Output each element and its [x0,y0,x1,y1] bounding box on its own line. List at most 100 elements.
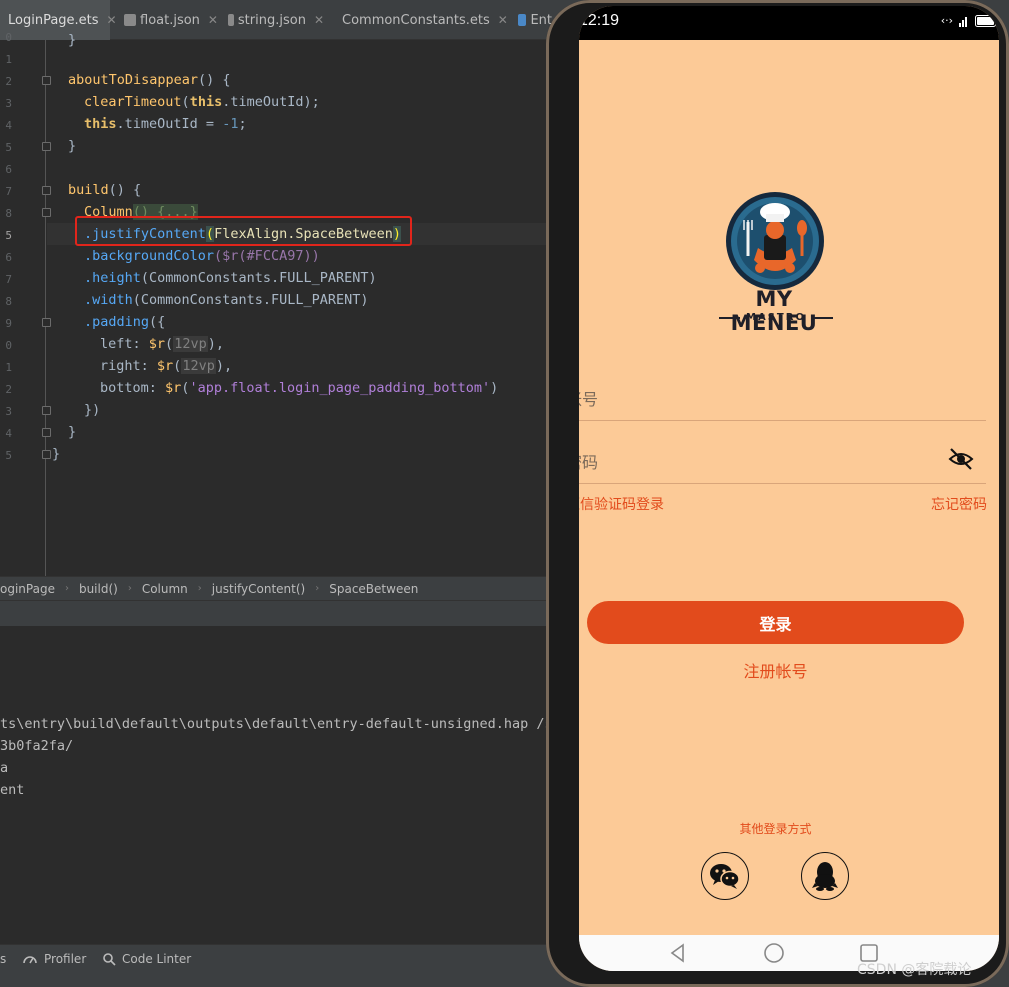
wechat-login-button[interactable] [701,852,749,900]
account-placeholder: 帐号 [579,390,599,409]
tab-label: float.json [140,12,200,28]
chevron-right-icon: › [197,583,202,594]
other-login-label: 其他登录方式 [739,822,812,836]
data-transfer-icon: ‹·› [940,14,953,27]
console-line: ts\entry\build\default\outputs\default\e… [0,716,561,732]
code-linter-button[interactable]: Code Linter [102,945,191,973]
fold-marker-icon[interactable] [42,450,51,459]
fold-marker-icon[interactable] [42,76,51,85]
code-line: } [52,446,61,462]
back-icon[interactable] [667,942,689,964]
line-number: 3 [5,405,12,418]
console-line: a [0,760,9,776]
home-icon[interactable] [763,942,785,964]
line-number: 3 [5,97,12,110]
line-number: 5 [5,141,12,154]
signal-icon [959,16,967,27]
eye-off-icon[interactable] [948,446,974,472]
phone-emulator-frame: 12:19 ‹·› MY MENEU MASTRO 号 码 信验证码登录 忘记密… [546,0,1009,987]
sms-login-link[interactable]: 短信验证码登录 [579,494,664,514]
fold-marker-icon[interactable] [42,208,51,217]
status-time: 12:19 [579,12,620,29]
brand-title: MY MENEU [730,287,818,335]
tool-label: Profiler [44,952,87,966]
linter-icon [103,953,116,966]
breadcrumb-item[interactable]: SpaceBetween [329,582,418,596]
fold-marker-icon[interactable] [42,428,51,437]
line-number: 2 [5,383,12,396]
code-line: } [68,424,77,440]
line-number: 7 [5,273,12,286]
tool-label: s [0,952,7,966]
register-link[interactable]: 注册帐号 [587,658,964,682]
phone-screen: 12:19 ‹·› MY MENEU MASTRO 号 码 信验证码登录 忘记密… [579,6,999,971]
fold-marker-icon[interactable] [42,406,51,415]
forgot-password-link[interactable]: 忘记密码 [931,494,987,514]
status-icons: ‹·› [941,14,999,27]
line-number: 2 [5,75,12,88]
code-line: build() { [68,182,142,198]
breadcrumb-item[interactable]: Column [142,582,188,596]
line-number: 5 [5,449,12,462]
tool-label: Code Linter [122,952,192,966]
breadcrumb: oginPage › build() › Column › justifyCon… [0,576,550,600]
password-input[interactable]: 密码 [579,434,986,484]
wechat-icon [710,864,740,889]
console-output[interactable]: ts\entry\build\default\outputs\default\e… [0,626,561,944]
password-placeholder: 密码 [579,453,599,472]
tab-label: LoginPage.ets [8,12,99,28]
brand-subtitle-row: MASTRO [719,312,833,323]
tool-window-item[interactable]: s [0,945,6,973]
line-number: 8 [5,295,12,308]
json-file-icon [228,14,234,26]
breadcrumb-item[interactable]: justifyContent() [212,582,305,596]
line-number: 7 [5,185,12,198]
close-icon[interactable]: ✕ [498,13,508,27]
line-number: 1 [5,53,12,66]
code-line: aboutToDisappear() { [68,72,231,88]
close-icon[interactable]: ✕ [314,13,324,27]
line-number: 0 [5,339,12,352]
qq-icon [812,862,838,891]
code-line: } [68,138,77,154]
battery-icon [975,14,998,27]
line-number: 6 [5,163,12,176]
login-button[interactable]: 登录 [587,601,964,644]
chevron-right-icon: › [64,583,69,594]
line-number: 4 [5,119,12,132]
account-input[interactable]: 帐号 [579,371,986,421]
line-gutter: 0 1 2 3 4 5 6 7 8 5 6 7 8 9 0 1 2 3 4 5 [0,31,46,576]
fold-marker-icon[interactable] [42,318,51,327]
line-number: 9 [5,317,12,330]
line-number: 0 [5,31,12,44]
close-icon[interactable]: ✕ [208,13,218,27]
line-number: 6 [5,251,12,264]
breadcrumb-item[interactable]: oginPage [0,582,55,596]
console-line: ent [0,782,25,798]
tab-label: string.json [237,12,306,28]
status-bar: 12:19 ‹·› [579,6,999,40]
fold-marker-icon[interactable] [42,186,51,195]
close-icon[interactable]: ✕ [107,13,117,27]
breadcrumb-item[interactable]: build() [79,582,118,596]
watermark: CSDN @客院载论 [857,962,972,978]
divider [719,316,741,319]
login-page: MY MENEU MASTRO 帐号 密码 短信验证码登录 忘记密码 [579,40,999,935]
profiler-button[interactable]: Profiler [22,945,86,973]
line-number: 8 [5,207,12,220]
line-number: 5 [5,229,12,242]
code-editor[interactable]: 0 1 2 3 4 5 6 7 8 5 6 7 8 9 0 1 2 3 4 5 [0,31,550,576]
qq-login-button[interactable] [801,852,849,900]
chevron-right-icon: › [315,583,320,594]
profiler-icon [23,956,37,964]
fold-marker-icon[interactable] [42,142,51,151]
divider [811,316,833,319]
line-number: 1 [5,361,12,374]
code-line: } [68,32,77,48]
json-file-icon [124,14,136,26]
ets-file-icon [518,14,527,26]
console-line: 3b0fa2fa/ [0,738,74,754]
chef-logo-icon [726,192,824,290]
highlight-annotation-box [75,216,412,246]
tab-label: CommonConstants.ets [342,12,490,28]
